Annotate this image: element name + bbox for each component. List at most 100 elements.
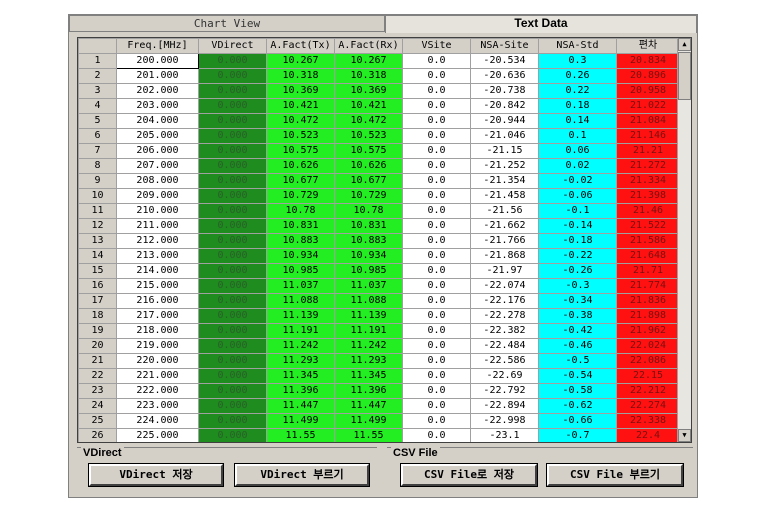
table-row[interactable]: 24 223.000 0.000 11.447 11.447 0.0 -22.894 -0.6… bbox=[78, 398, 680, 414]
table-cell[interactable]: 11.345 bbox=[334, 368, 403, 384]
table-cell[interactable]: -22.074 bbox=[470, 278, 539, 294]
table-row[interactable]: 8 207.000 0.000 10.626 10.626 0.0 -21.252 0.02 2… bbox=[78, 158, 680, 174]
row-number[interactable]: 7 bbox=[78, 143, 117, 159]
row-number[interactable]: 16 bbox=[78, 278, 117, 294]
table-cell[interactable]: -0.14 bbox=[538, 218, 617, 234]
table-cell[interactable]: 0.000 bbox=[198, 383, 267, 399]
table-cell[interactable]: -0.02 bbox=[538, 173, 617, 189]
row-number[interactable]: 17 bbox=[78, 293, 117, 309]
table-cell[interactable]: 209.000 bbox=[116, 188, 199, 204]
table-cell[interactable]: -20.738 bbox=[470, 83, 539, 99]
table-cell[interactable]: 11.293 bbox=[334, 353, 403, 369]
table-cell[interactable]: 10.575 bbox=[334, 143, 403, 159]
table-cell[interactable]: -0.58 bbox=[538, 383, 617, 399]
table-cell[interactable]: -22.998 bbox=[470, 413, 539, 429]
table-cell[interactable]: 211.000 bbox=[116, 218, 199, 234]
table-cell[interactable]: 11.139 bbox=[266, 308, 335, 324]
table-cell[interactable]: 222.000 bbox=[116, 383, 199, 399]
table-cell[interactable]: 11.191 bbox=[266, 323, 335, 339]
table-cell[interactable]: 10.934 bbox=[334, 248, 403, 264]
table-cell[interactable]: 0.000 bbox=[198, 263, 267, 279]
table-cell[interactable]: 22.4 bbox=[616, 428, 680, 442]
table-cell[interactable]: 0.14 bbox=[538, 113, 617, 129]
table-cell[interactable]: 201.000 bbox=[116, 68, 199, 84]
vertical-scrollbar[interactable]: ▲ ▼ bbox=[677, 38, 691, 442]
table-cell[interactable]: 0.3 bbox=[538, 53, 617, 69]
table-cell[interactable]: 20.834 bbox=[616, 53, 680, 69]
table-cell[interactable]: 10.78 bbox=[266, 203, 335, 219]
row-number[interactable]: 20 bbox=[78, 338, 117, 354]
table-cell[interactable]: 21.836 bbox=[616, 293, 680, 309]
table-cell[interactable]: -22.792 bbox=[470, 383, 539, 399]
table-cell[interactable]: -0.26 bbox=[538, 263, 617, 279]
table-row[interactable]: 9 208.000 0.000 10.677 10.677 0.0 -21.354 -0.02… bbox=[78, 173, 680, 189]
row-number[interactable]: 2 bbox=[78, 68, 117, 84]
table-cell[interactable]: -0.22 bbox=[538, 248, 617, 264]
table-cell[interactable]: 0.000 bbox=[198, 188, 267, 204]
table-cell[interactable]: 10.78 bbox=[334, 203, 403, 219]
table-row[interactable]: 3 202.000 0.000 10.369 10.369 0.0 -20.738 0.22 2… bbox=[78, 83, 680, 99]
table-cell[interactable]: 10.523 bbox=[266, 128, 335, 144]
table-cell[interactable]: 0.06 bbox=[538, 143, 617, 159]
table-row[interactable]: 4 203.000 0.000 10.421 10.421 0.0 -20.842 0.18 2… bbox=[78, 98, 680, 114]
row-number[interactable]: 26 bbox=[78, 428, 117, 442]
table-cell[interactable]: 0.1 bbox=[538, 128, 617, 144]
table-cell[interactable]: 0.000 bbox=[198, 308, 267, 324]
table-cell[interactable]: 210.000 bbox=[116, 203, 199, 219]
table-cell[interactable]: 0.000 bbox=[198, 428, 267, 442]
table-cell[interactable]: 0.000 bbox=[198, 218, 267, 234]
table-cell[interactable]: 21.774 bbox=[616, 278, 680, 294]
table-row[interactable]: 22 221.000 0.000 11.345 11.345 0.0 -22.69 -0.54… bbox=[78, 368, 680, 384]
table-row[interactable]: 12 211.000 0.000 10.831 10.831 0.0 -21.662 -0.1… bbox=[78, 218, 680, 234]
table-cell[interactable]: 10.626 bbox=[266, 158, 335, 174]
table-cell[interactable]: 225.000 bbox=[116, 428, 199, 442]
table-row[interactable]: 15 214.000 0.000 10.985 10.985 0.0 -21.97 -0.26… bbox=[78, 263, 680, 279]
table-cell[interactable]: 10.421 bbox=[334, 98, 403, 114]
table-cell[interactable]: 21.648 bbox=[616, 248, 680, 264]
table-cell[interactable]: 220.000 bbox=[116, 353, 199, 369]
table-cell[interactable]: 22.024 bbox=[616, 338, 680, 354]
table-cell[interactable]: -21.662 bbox=[470, 218, 539, 234]
table-cell[interactable]: 10.318 bbox=[266, 68, 335, 84]
vdirect-load-button[interactable]: VDirect 부르기 bbox=[234, 463, 370, 487]
table-cell[interactable]: 203.000 bbox=[116, 98, 199, 114]
table-cell[interactable]: 0.0 bbox=[402, 278, 471, 294]
scroll-up-icon[interactable]: ▲ bbox=[678, 38, 691, 51]
table-cell[interactable]: -20.944 bbox=[470, 113, 539, 129]
table-cell[interactable]: 0.000 bbox=[198, 83, 267, 99]
table-cell[interactable]: 21.084 bbox=[616, 113, 680, 129]
row-number[interactable]: 21 bbox=[78, 353, 117, 369]
table-cell[interactable]: 0.0 bbox=[402, 323, 471, 339]
table-cell[interactable]: 0.000 bbox=[198, 233, 267, 249]
table-cell[interactable]: 0.0 bbox=[402, 413, 471, 429]
table-row[interactable]: 19 218.000 0.000 11.191 11.191 0.0 -22.382 -0.4… bbox=[78, 323, 680, 339]
table-cell[interactable]: 11.037 bbox=[334, 278, 403, 294]
table-cell[interactable]: -0.62 bbox=[538, 398, 617, 414]
row-number[interactable]: 19 bbox=[78, 323, 117, 339]
table-cell[interactable]: 11.447 bbox=[334, 398, 403, 414]
table-cell[interactable]: 0.0 bbox=[402, 248, 471, 264]
scroll-down-icon[interactable]: ▼ bbox=[678, 429, 691, 442]
table-row[interactable]: 16 215.000 0.000 11.037 11.037 0.0 -22.074 -0.3… bbox=[78, 278, 680, 294]
column-header[interactable]: 편차 bbox=[616, 38, 680, 54]
table-cell[interactable]: 0.0 bbox=[402, 353, 471, 369]
table-cell[interactable]: 21.522 bbox=[616, 218, 680, 234]
table-cell[interactable]: 10.575 bbox=[266, 143, 335, 159]
table-cell[interactable]: 10.267 bbox=[266, 53, 335, 69]
table-cell[interactable]: -0.34 bbox=[538, 293, 617, 309]
table-cell[interactable]: 10.934 bbox=[266, 248, 335, 264]
table-cell[interactable]: 0.000 bbox=[198, 203, 267, 219]
table-cell[interactable]: -0.18 bbox=[538, 233, 617, 249]
table-cell[interactable]: -0.38 bbox=[538, 308, 617, 324]
table-cell[interactable]: -22.586 bbox=[470, 353, 539, 369]
table-cell[interactable]: 10.985 bbox=[266, 263, 335, 279]
table-cell[interactable]: 10.677 bbox=[334, 173, 403, 189]
table-cell[interactable]: -0.66 bbox=[538, 413, 617, 429]
table-cell[interactable]: 0.000 bbox=[198, 368, 267, 384]
table-cell[interactable]: -0.46 bbox=[538, 338, 617, 354]
table-cell[interactable]: 0.0 bbox=[402, 143, 471, 159]
table-cell[interactable]: 0.000 bbox=[198, 338, 267, 354]
table-cell[interactable]: 22.338 bbox=[616, 413, 680, 429]
table-cell[interactable]: 0.0 bbox=[402, 263, 471, 279]
table-cell[interactable]: 0.18 bbox=[538, 98, 617, 114]
